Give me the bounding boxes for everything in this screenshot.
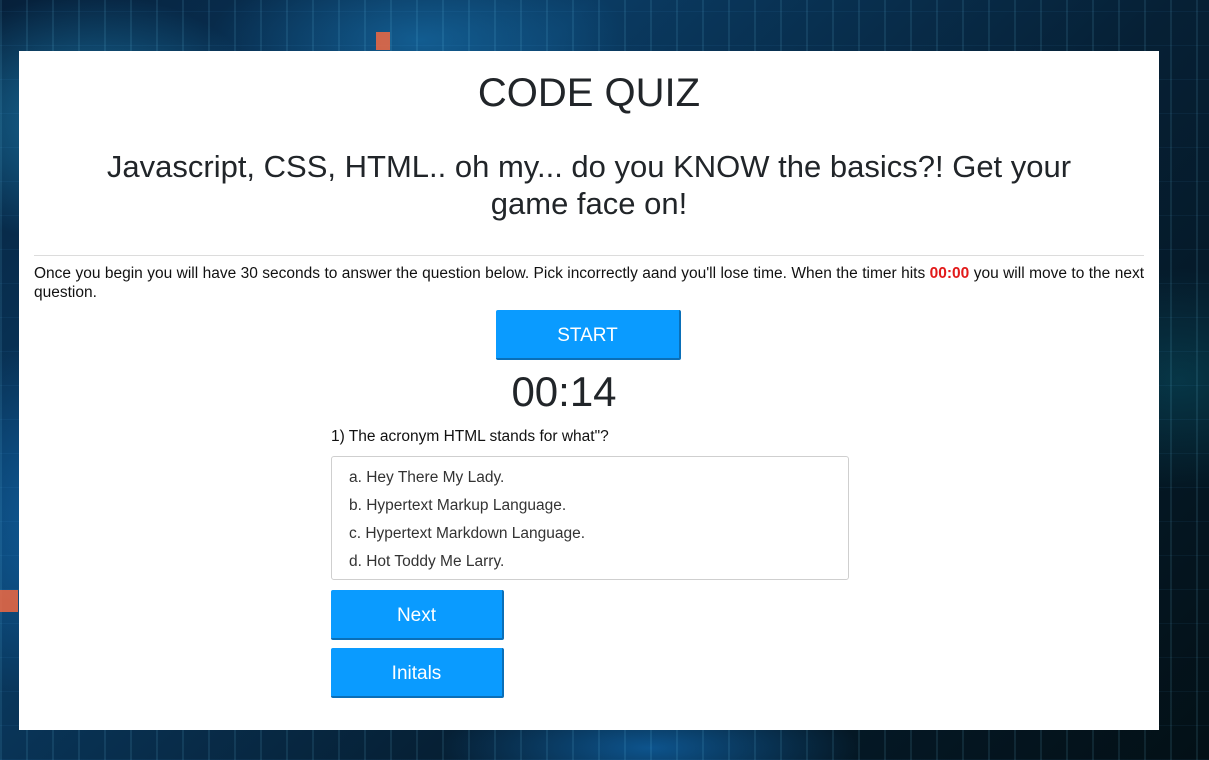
page-subtitle: Javascript, CSS, HTML.. oh my... do you …: [106, 149, 1072, 221]
instructions-before: Once you begin you will have 30 seconds …: [34, 265, 930, 282]
answer-option-c[interactable]: c. Hypertext Markdown Language.: [332, 520, 848, 548]
page-title: CODE QUIZ: [477, 71, 701, 115]
quiz-card: CODE QUIZ Javascript, CSS, HTML.. oh my.…: [19, 51, 1159, 730]
background-accent: [0, 590, 18, 612]
countdown-timer: 00:14: [511, 368, 617, 415]
answer-list: a. Hey There My Lady. b. Hypertext Marku…: [331, 456, 849, 580]
question-text: 1) The acronym HTML stands for what"?: [331, 428, 609, 445]
answer-option-a[interactable]: a. Hey There My Lady.: [332, 464, 848, 492]
next-button[interactable]: Next: [331, 590, 504, 640]
instructions-text: Once you begin you will have 30 seconds …: [34, 264, 1144, 302]
timer-zero-highlight: 00:00: [929, 265, 970, 282]
start-button[interactable]: START: [496, 310, 681, 360]
initials-button[interactable]: Initals: [331, 648, 504, 698]
answer-option-b[interactable]: b. Hypertext Markup Language.: [332, 492, 848, 520]
answer-option-d[interactable]: d. Hot Toddy Me Larry.: [332, 548, 848, 576]
divider: [34, 255, 1144, 256]
background-accent: [376, 32, 390, 50]
